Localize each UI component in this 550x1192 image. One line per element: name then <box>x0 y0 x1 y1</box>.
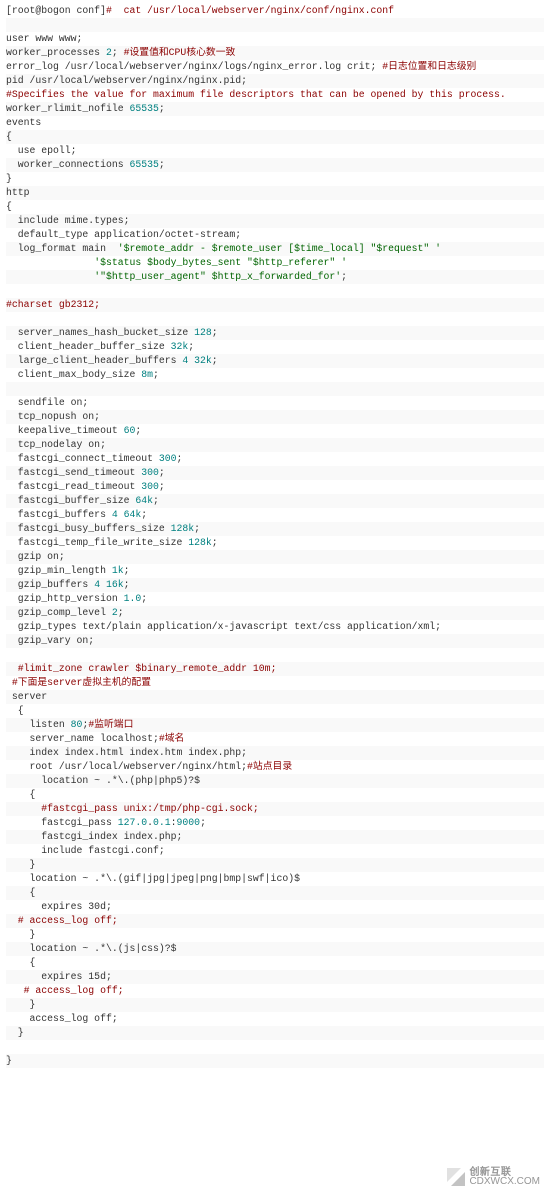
code-line: worker_processes 2; #设置值和CPU核心数一致 <box>6 46 544 60</box>
code-line: } <box>6 998 544 1012</box>
code-line: index index.html index.htm index.php; <box>6 746 544 760</box>
code-line: fastcgi_pass 127.0.0.1:9000; <box>6 816 544 830</box>
code-line: expires 15d; <box>6 970 544 984</box>
code-line: fastcgi_busy_buffers_size 128k; <box>6 522 544 536</box>
watermark-text-2: CDXWCX.COM <box>469 1177 540 1186</box>
code-line: include fastcgi.conf; <box>6 844 544 858</box>
code-line: { <box>6 704 544 718</box>
code-line: fastcgi_read_timeout 300; <box>6 480 544 494</box>
code-line: server <box>6 690 544 704</box>
watermark: 创新互联 CDXWCX.COM <box>447 1168 540 1186</box>
code-line: # access_log off; <box>6 914 544 928</box>
watermark-text-1: 创新互联 <box>469 1168 540 1177</box>
code-line: fastcgi_buffer_size 64k; <box>6 494 544 508</box>
code-line: [root@bogon conf]# cat /usr/local/webser… <box>6 4 544 18</box>
code-line: #Specifies the value for maximum file de… <box>6 88 544 102</box>
code-line: use epoll; <box>6 144 544 158</box>
code-line: location ~ .*\.(js|css)?$ <box>6 942 544 956</box>
code-line: fastcgi_send_timeout 300; <box>6 466 544 480</box>
code-line: #下面是server虚拟主机的配置 <box>6 676 544 690</box>
nginx-config-code-block: [root@bogon conf]# cat /usr/local/webser… <box>0 0 550 1078</box>
code-line: #charset gb2312; <box>6 298 544 312</box>
code-line: { <box>6 130 544 144</box>
watermark-logo-icon <box>447 1168 465 1186</box>
code-line: { <box>6 956 544 970</box>
code-line: include mime.types; <box>6 214 544 228</box>
code-line: gzip_min_length 1k; <box>6 564 544 578</box>
code-line: } <box>6 172 544 186</box>
code-line: access_log off; <box>6 1012 544 1026</box>
code-line: root /usr/local/webserver/nginx/html;#站点… <box>6 760 544 774</box>
code-line: #limit_zone crawler $binary_remote_addr … <box>6 662 544 676</box>
code-line: fastcgi_index index.php; <box>6 830 544 844</box>
code-line: fastcgi_temp_file_write_size 128k; <box>6 536 544 550</box>
code-line: fastcgi_buffers 4 64k; <box>6 508 544 522</box>
code-line: large_client_header_buffers 4 32k; <box>6 354 544 368</box>
code-line: expires 30d; <box>6 900 544 914</box>
code-line: client_max_body_size 8m; <box>6 368 544 382</box>
code-line: log_format main '$remote_addr - $remote_… <box>6 242 544 256</box>
code-line: location ~ .*\.(gif|jpg|jpeg|png|bmp|swf… <box>6 872 544 886</box>
code-line: gzip_vary on; <box>6 634 544 648</box>
code-line: tcp_nopush on; <box>6 410 544 424</box>
code-line: sendfile on; <box>6 396 544 410</box>
code-line: tcp_nodelay on; <box>6 438 544 452</box>
code-line: listen 80;#监听端口 <box>6 718 544 732</box>
code-line: server_names_hash_bucket_size 128; <box>6 326 544 340</box>
code-line: pid /usr/local/webserver/nginx/nginx.pid… <box>6 74 544 88</box>
code-line: fastcgi_connect_timeout 300; <box>6 452 544 466</box>
code-line: gzip_types text/plain application/x-java… <box>6 620 544 634</box>
code-line <box>6 1040 544 1054</box>
code-line <box>6 312 544 326</box>
code-line: { <box>6 886 544 900</box>
code-line: '$status $body_bytes_sent "$http_referer… <box>6 256 544 270</box>
code-line: gzip_comp_level 2; <box>6 606 544 620</box>
code-line: server_name localhost;#域名 <box>6 732 544 746</box>
code-line <box>6 648 544 662</box>
code-line: } <box>6 928 544 942</box>
code-line: http <box>6 186 544 200</box>
code-line: user www www; <box>6 32 544 46</box>
code-line: error_log /usr/local/webserver/nginx/log… <box>6 60 544 74</box>
code-line: gzip_buffers 4 16k; <box>6 578 544 592</box>
code-line: default_type application/octet-stream; <box>6 228 544 242</box>
code-line: worker_rlimit_nofile 65535; <box>6 102 544 116</box>
code-line: '"$http_user_agent" $http_x_forwarded_fo… <box>6 270 544 284</box>
code-line: } <box>6 858 544 872</box>
code-line <box>6 284 544 298</box>
code-line: { <box>6 788 544 802</box>
code-line <box>6 382 544 396</box>
code-line: } <box>6 1054 544 1068</box>
code-line: gzip_http_version 1.0; <box>6 592 544 606</box>
code-line: keepalive_timeout 60; <box>6 424 544 438</box>
code-line: events <box>6 116 544 130</box>
code-line: worker_connections 65535; <box>6 158 544 172</box>
code-line <box>6 18 544 32</box>
code-line: client_header_buffer_size 32k; <box>6 340 544 354</box>
code-line: #fastcgi_pass unix:/tmp/php-cgi.sock; <box>6 802 544 816</box>
code-line: # access_log off; <box>6 984 544 998</box>
code-line: gzip on; <box>6 550 544 564</box>
code-line: } <box>6 1026 544 1040</box>
code-line: { <box>6 200 544 214</box>
code-line: location ~ .*\.(php|php5)?$ <box>6 774 544 788</box>
